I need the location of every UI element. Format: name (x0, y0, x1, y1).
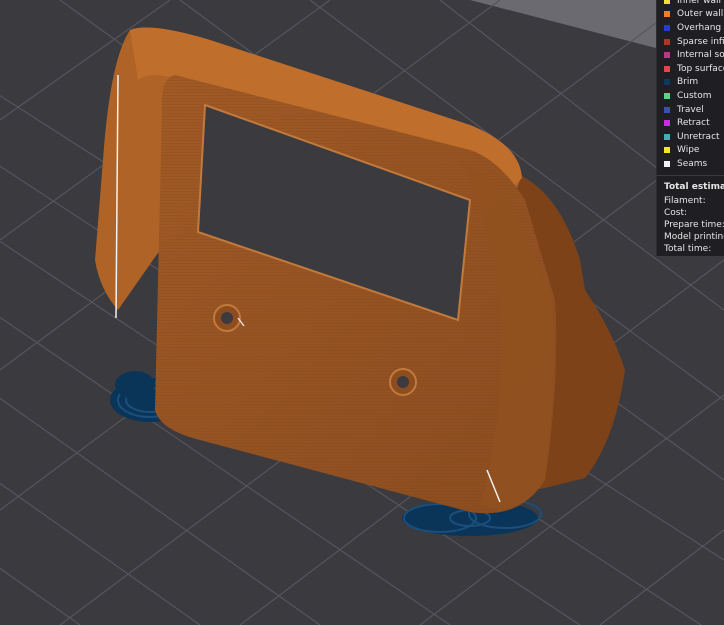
legend-item[interactable]: Internal solid infill (657, 48, 724, 62)
color-swatch-icon (664, 147, 670, 154)
legend-item-label: Sparse infill (677, 36, 724, 47)
legend-item[interactable]: Top surface (657, 62, 724, 76)
color-swatch-icon (664, 11, 670, 18)
color-swatch-icon (664, 92, 670, 99)
line-type-legend: Inner wall Outer wall Overhang wall Sparse … (657, 0, 724, 171)
legend-item[interactable]: Unretract (657, 130, 724, 144)
legend-item[interactable]: Custom (657, 89, 724, 103)
color-swatch-icon (664, 160, 670, 167)
legend-item[interactable]: Overhang wall (657, 21, 724, 35)
legend-item[interactable]: Seams (657, 157, 724, 171)
color-swatch-icon (664, 133, 670, 140)
estimation-row: Cost: (664, 207, 688, 218)
color-swatch-icon (664, 65, 670, 72)
legend-item-label: Outer wall (677, 9, 724, 20)
legend-item-label: Brim (677, 77, 699, 88)
legend-item-label: Inner wall (677, 0, 722, 6)
estimation-row: Prepare time: (664, 220, 724, 231)
color-swatch-icon (664, 79, 670, 86)
color-swatch-icon (664, 0, 670, 4)
color-swatch-icon (664, 38, 670, 45)
legend-item[interactable]: Wipe (657, 144, 724, 158)
legend-item-label: Overhang wall (677, 22, 724, 33)
legend-item-label: Seams (677, 158, 708, 169)
legend-item-label: Top surface (677, 63, 724, 74)
color-swatch-icon (664, 106, 670, 113)
3d-viewport[interactable] (0, 0, 724, 625)
legend-item[interactable]: Outer wall (657, 8, 724, 22)
legend-item[interactable]: Inner wall (657, 0, 724, 8)
legend-item-label: Internal solid infill (677, 50, 724, 61)
estimation-row: Filament: (664, 195, 706, 206)
estimation-rows: Filament: Cost: Prepare time: Model printin… (657, 195, 724, 256)
legend-item[interactable]: Travel (657, 103, 724, 117)
print-preview-canvas[interactable] (0, 0, 724, 625)
color-swatch-icon (664, 24, 670, 31)
estimation-row: Model printing time: (664, 232, 724, 243)
estimation-row: Total time: (664, 244, 712, 255)
legend-divider (657, 174, 724, 176)
legend-item[interactable]: Sparse infill (657, 35, 724, 49)
legend-item-label: Unretract (677, 131, 720, 142)
color-swatch-icon (664, 52, 670, 59)
legend-item-label: Travel (677, 104, 704, 115)
legend-item[interactable]: Brim (657, 76, 724, 90)
legend-panel: Inner wall Outer wall Overhang wall Sparse … (656, 0, 724, 256)
legend-item-label: Retract (677, 118, 710, 129)
legend-item-label: Custom (677, 90, 712, 101)
color-swatch-icon (664, 120, 670, 127)
estimation-title: Total estimation (664, 181, 724, 192)
legend-item[interactable]: Retract (657, 116, 724, 130)
legend-item-label: Wipe (677, 145, 700, 156)
